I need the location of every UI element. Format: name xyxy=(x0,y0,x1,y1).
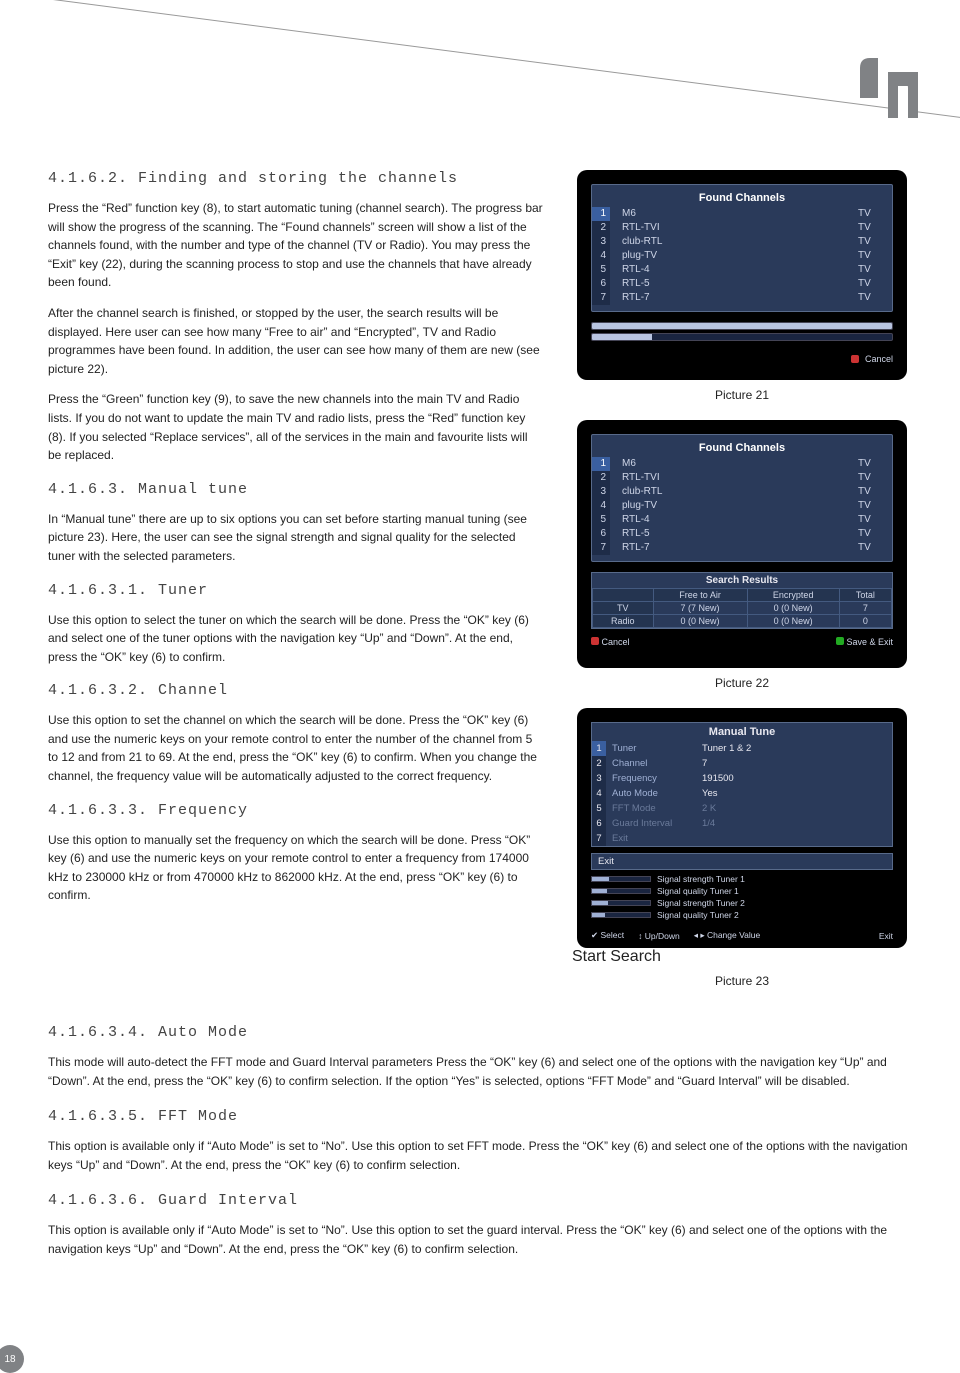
manual-tune-row: 2Channel7 xyxy=(592,756,892,771)
para: This mode will auto-detect the FFT mode … xyxy=(48,1053,912,1090)
manual-tune-row: 1TunerTuner 1 & 2 xyxy=(592,741,892,756)
tv21-progress-1 xyxy=(591,322,893,330)
green-dot-icon xyxy=(836,637,844,645)
heading-4-1-6-3-4: 4.1.6.3.4. Auto Mode xyxy=(48,1024,912,1041)
para: In “Manual tune” there are up to six opt… xyxy=(48,510,544,566)
channel-row: 4plug-TVTV xyxy=(592,499,892,513)
signal-meter: Signal strength Tuner 1 xyxy=(591,874,893,884)
tv21-cancel: Cancel xyxy=(865,354,893,364)
heading-4-1-6-2: 4.1.6.2. Finding and storing the channel… xyxy=(48,170,544,187)
brand-logo xyxy=(854,52,924,122)
tv21-progress-2 xyxy=(591,333,893,341)
manual-tune-row: 6Guard Interval1/4 xyxy=(592,816,892,831)
tv23-footer-change: Change Value xyxy=(707,930,760,940)
channel-row: 6RTL-5TV xyxy=(592,277,892,291)
caption-21: Picture 21 xyxy=(572,388,912,402)
tv22-cancel: Cancel xyxy=(602,637,630,647)
heading-4-1-6-3: 4.1.6.3. Manual tune xyxy=(48,481,544,498)
para: Use this option to manually set the freq… xyxy=(48,831,544,905)
para: Use this option to set the channel on wh… xyxy=(48,711,544,785)
para: Press the “Green” function key (9), to s… xyxy=(48,390,544,464)
channel-row: 3club-RTLTV xyxy=(592,235,892,249)
tv23-start-search: Start Search xyxy=(572,948,912,966)
channel-row: 2RTL-TVITV xyxy=(592,221,892,235)
screenshot-picture-22: Found Channels 1M6TV2RTL-TVITV3club-RTLT… xyxy=(577,420,907,668)
screenshot-picture-21: Found Channels 1M6TV2RTL-TVITV3club-RTLT… xyxy=(577,170,907,380)
para: Use this option to select the tuner on w… xyxy=(48,611,544,667)
heading-4-1-6-3-1: 4.1.6.3.1. Tuner xyxy=(48,582,544,599)
manual-tune-row: 5FFT Mode2 K xyxy=(592,801,892,816)
channel-row: 4plug-TVTV xyxy=(592,249,892,263)
caption-22: Picture 22 xyxy=(572,676,912,690)
tv23-title: Manual Tune xyxy=(592,723,892,741)
tv22-results-title: Search Results xyxy=(592,573,892,588)
channel-row: 3club-RTLTV xyxy=(592,485,892,499)
channel-row: 6RTL-5TV xyxy=(592,527,892,541)
caption-23: Picture 23 xyxy=(572,974,912,988)
signal-meter: Signal quality Tuner 2 xyxy=(591,910,893,920)
channel-row: 5RTL-4TV xyxy=(592,263,892,277)
heading-4-1-6-3-2: 4.1.6.3.2. Channel xyxy=(48,682,544,699)
channel-row: 5RTL-4TV xyxy=(592,513,892,527)
tv23-exit-row: Exit xyxy=(591,853,893,870)
channel-row: 1M6TV xyxy=(592,457,892,471)
tv22-title: Found Channels xyxy=(592,439,892,457)
para: Press the “Red” function key (8), to sta… xyxy=(48,199,544,292)
tv21-title: Found Channels xyxy=(592,189,892,207)
manual-tune-row: 4Auto ModeYes xyxy=(592,786,892,801)
channel-row: 1M6TV xyxy=(592,207,892,221)
tv23-footer-updown: Up/Down xyxy=(645,931,680,941)
heading-4-1-6-3-3: 4.1.6.3.3. Frequency xyxy=(48,802,544,819)
channel-row: 7RTL-7TV xyxy=(592,541,892,555)
heading-4-1-6-3-5: 4.1.6.3.5. FFT Mode xyxy=(48,1108,912,1125)
tv22-save: Save & Exit xyxy=(846,637,893,647)
screenshot-picture-23: Manual Tune 1TunerTuner 1 & 22Channel73F… xyxy=(577,708,907,948)
red-dot-icon xyxy=(851,355,859,363)
tv22-results-table: Free to Air Encrypted Total TV 7 (7 New)… xyxy=(592,588,892,628)
para: This option is available only if “Auto M… xyxy=(48,1221,912,1258)
para: This option is available only if “Auto M… xyxy=(48,1137,912,1174)
tv23-footer-select: Select xyxy=(600,930,624,940)
channel-row: 2RTL-TVITV xyxy=(592,471,892,485)
manual-tune-row: 3Frequency191500 xyxy=(592,771,892,786)
signal-meter: Signal quality Tuner 1 xyxy=(591,886,893,896)
heading-4-1-6-3-6: 4.1.6.3.6. Guard Interval xyxy=(48,1192,912,1209)
para: After the channel search is finished, or… xyxy=(48,304,544,378)
channel-row: 7RTL-7TV xyxy=(592,291,892,305)
manual-tune-row: 7Exit xyxy=(592,831,892,846)
red-dot-icon xyxy=(591,637,599,645)
signal-meter: Signal strength Tuner 2 xyxy=(591,898,893,908)
tv23-footer-exit: Exit xyxy=(879,931,893,941)
